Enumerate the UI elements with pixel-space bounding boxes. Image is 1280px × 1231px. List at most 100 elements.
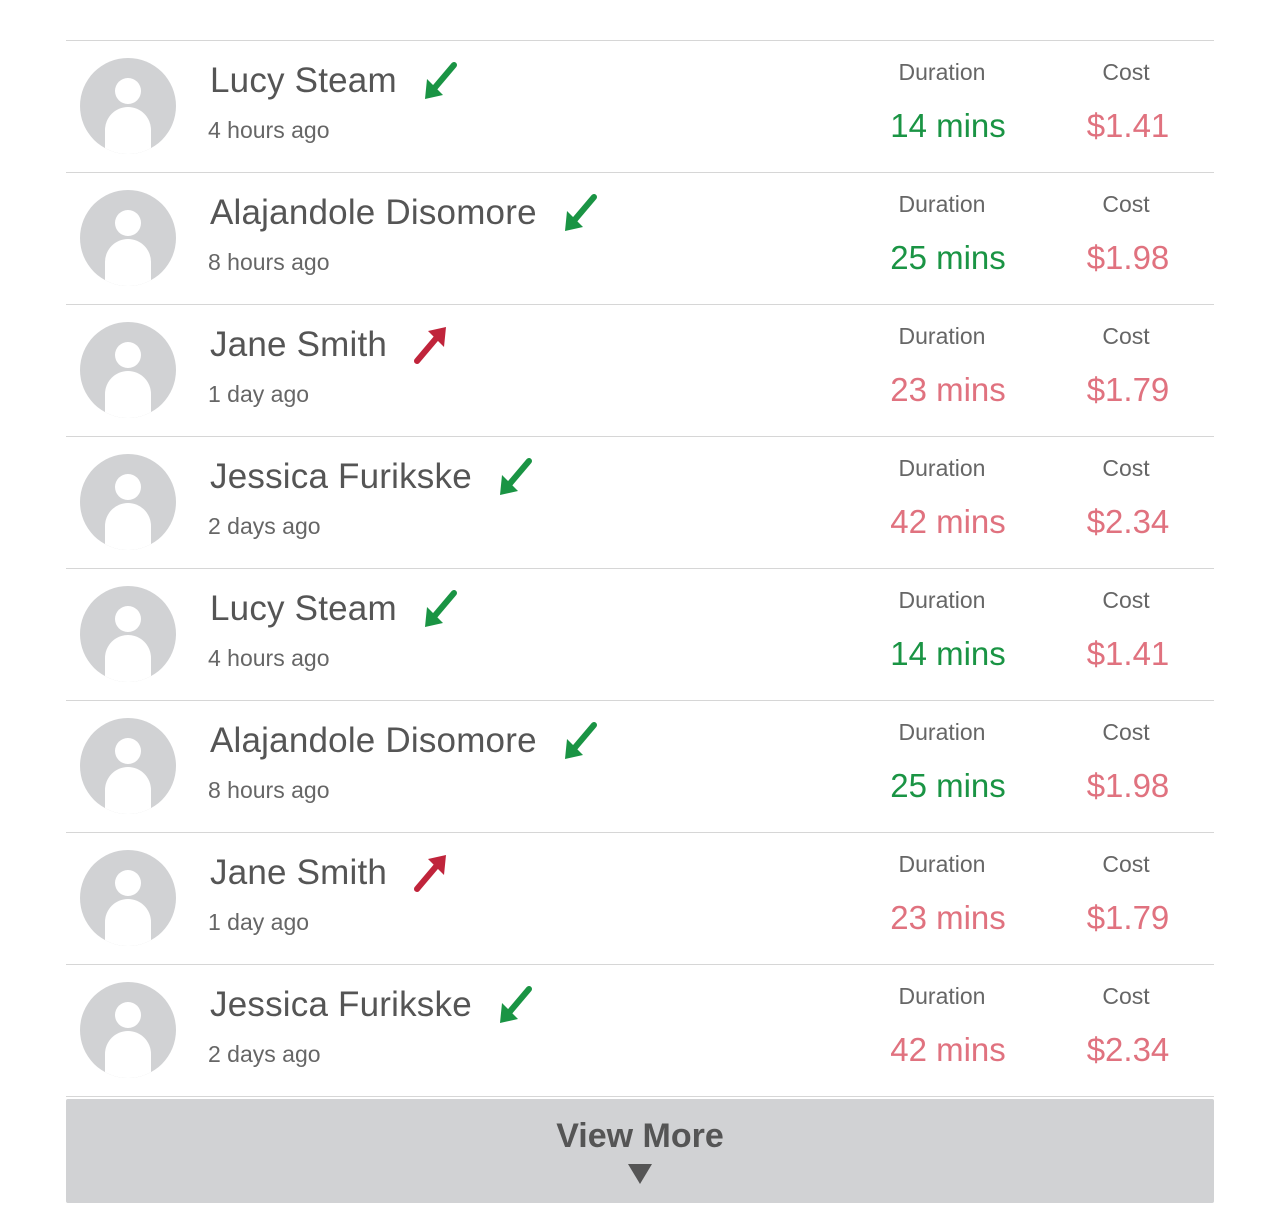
avatar-body [105,767,151,814]
incoming-call-arrow-icon [563,721,599,761]
duration-label: Duration [898,851,986,877]
contact-name-line: Alajandole Disomore [210,719,599,763]
avatar [80,454,176,550]
avatar-head [115,738,141,764]
call-row[interactable]: Jessica Furikske 2 days ago Duration 42 min… [66,437,1214,569]
contact-name[interactable]: Alajandole Disomore [210,193,537,233]
avatar-head [115,78,141,104]
duration-value: 25 mins [890,239,1006,276]
avatar-head [115,474,141,500]
contact-name-line: Jessica Furikske [210,983,534,1027]
contact-name[interactable]: Jane Smith [210,853,387,893]
avatar-head [115,210,141,236]
duration-value: 14 mins [890,635,1006,672]
avatar-body [105,239,151,286]
avatar [80,58,176,154]
duration-value: 14 mins [890,107,1006,144]
call-row[interactable]: Lucy Steam 4 hours ago Duration 14 mins Cost… [66,41,1214,173]
duration-value: 23 mins [890,899,1006,936]
cost-label: Cost [1102,323,1150,349]
call-time: 8 hours ago [208,777,330,803]
cost-value: $1.41 [1086,107,1170,144]
incoming-call-arrow-icon [498,985,534,1025]
duration-label: Duration [898,323,986,349]
incoming-call-arrow-icon [423,589,459,629]
cost-label: Cost [1102,719,1150,745]
caret-down-icon [628,1164,652,1184]
contact-name-line: Alajandole Disomore [210,191,599,235]
avatar-head [115,342,141,368]
duration-label: Duration [898,983,986,1009]
contact-name-line: Lucy Steam [210,59,459,103]
duration-label: Duration [898,59,986,85]
avatar-head [115,1002,141,1028]
contact-name[interactable]: Lucy Steam [210,61,397,101]
avatar [80,718,176,814]
contact-name[interactable]: Jessica Furikske [210,457,472,497]
cost-value: $1.79 [1086,371,1170,408]
contact-name[interactable]: Alajandole Disomore [210,721,537,761]
avatar-body [105,1031,151,1078]
avatar-body [105,371,151,418]
call-time: 8 hours ago [208,249,330,275]
contact-name[interactable]: Jane Smith [210,325,387,365]
call-time: 1 day ago [208,909,310,935]
call-time: 4 hours ago [208,117,330,143]
call-time: 1 day ago [208,381,310,407]
call-time: 4 hours ago [208,645,330,671]
duration-label: Duration [898,587,986,613]
cost-label: Cost [1102,851,1150,877]
call-row[interactable]: Alajandole Disomore 8 hours ago Duration 25… [66,173,1214,305]
call-row[interactable]: Jane Smith 1 day ago Duration 23 mins Cost $1… [66,833,1214,965]
contact-name[interactable]: Jessica Furikske [210,985,472,1025]
avatar-body [105,635,151,682]
contact-name-line: Lucy Steam [210,587,459,631]
duration-label: Duration [898,455,986,481]
outgoing-call-arrow-icon [413,325,449,365]
cost-value: $1.41 [1086,635,1170,672]
avatar-body [105,107,151,154]
cost-label: Cost [1102,983,1150,1009]
avatar [80,586,176,682]
contact-name[interactable]: Lucy Steam [210,589,397,629]
avatar-body [105,503,151,550]
avatar [80,982,176,1078]
avatar [80,850,176,946]
avatar [80,322,176,418]
contact-name-line: Jane Smith [210,323,449,367]
cost-value: $2.34 [1086,1031,1170,1068]
incoming-call-arrow-icon [563,193,599,233]
duration-label: Duration [898,719,986,745]
call-row[interactable]: Lucy Steam 4 hours ago Duration 14 mins Cost… [66,569,1214,701]
incoming-call-arrow-icon [498,457,534,497]
call-row[interactable]: Alajandole Disomore 8 hours ago Duration 25… [66,701,1214,833]
avatar-body [105,899,151,946]
view-more-button[interactable]: View More [66,1099,1214,1203]
duration-value: 42 mins [890,1031,1006,1068]
avatar-head [115,870,141,896]
call-row[interactable]: Jessica Furikske 2 days ago Duration 42 min… [66,965,1214,1097]
cost-value: $2.34 [1086,503,1170,540]
cost-label: Cost [1102,59,1150,85]
cost-value: $1.98 [1086,239,1170,276]
duration-value: 42 mins [890,503,1006,540]
incoming-call-arrow-icon [423,61,459,101]
cost-value: $1.98 [1086,767,1170,804]
contact-name-line: Jane Smith [210,851,449,895]
view-more-label: View More [556,1117,724,1155]
call-time: 2 days ago [208,513,321,539]
call-row[interactable]: Jane Smith 1 day ago Duration 23 mins Cost $1… [66,305,1214,437]
cost-label: Cost [1102,455,1150,481]
call-log-list: Lucy Steam 4 hours ago Duration 14 mins Cost… [66,40,1214,1097]
cost-label: Cost [1102,587,1150,613]
outgoing-call-arrow-icon [413,853,449,893]
call-time: 2 days ago [208,1041,321,1067]
avatar [80,190,176,286]
avatar-head [115,606,141,632]
cost-label: Cost [1102,191,1150,217]
contact-name-line: Jessica Furikske [210,455,534,499]
duration-value: 25 mins [890,767,1006,804]
duration-value: 23 mins [890,371,1006,408]
duration-label: Duration [898,191,986,217]
cost-value: $1.79 [1086,899,1170,936]
